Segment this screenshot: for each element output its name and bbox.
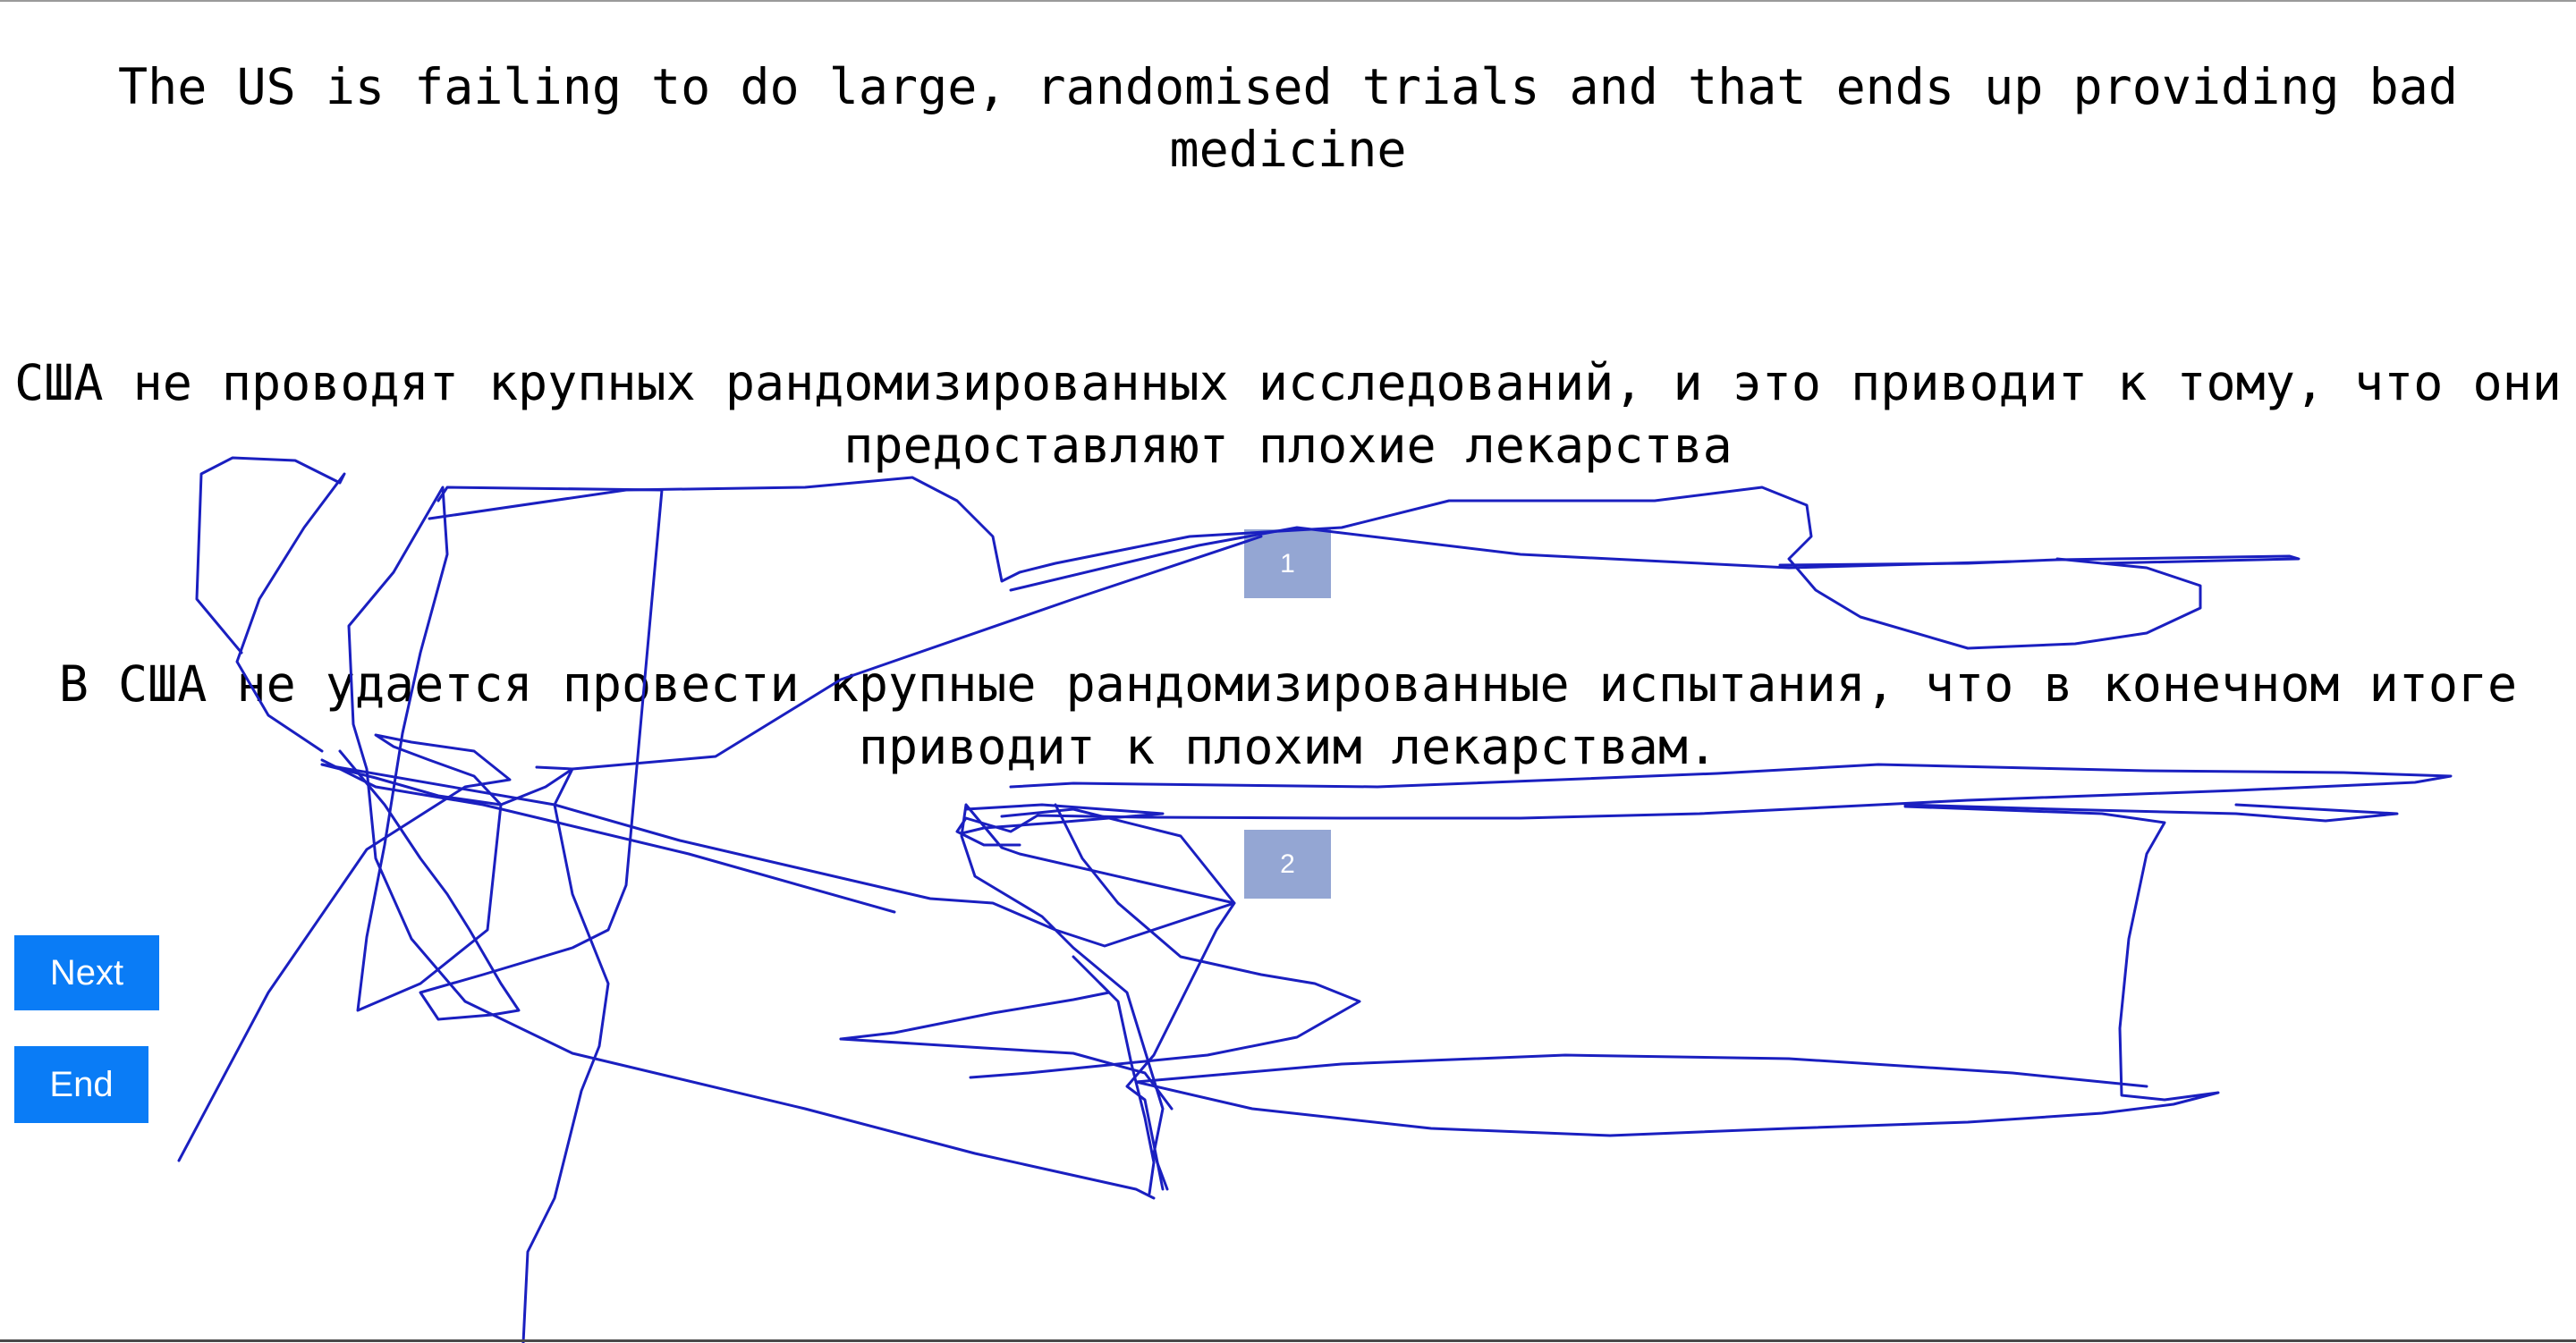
trace-segment <box>177 486 1156 1200</box>
trace-segment <box>320 763 1236 1191</box>
rank-badge-1[interactable]: 1 <box>1244 529 1331 598</box>
trace-segment <box>1778 554 2301 567</box>
trace-segment <box>320 763 610 1343</box>
trace-segment <box>1009 526 2014 592</box>
trace-segment <box>1000 807 1236 1191</box>
next-button[interactable]: Next <box>14 935 159 1010</box>
bottom-border <box>0 1339 2576 1342</box>
rank-badge-2[interactable]: 2 <box>1244 830 1331 899</box>
trace-segment <box>1072 955 1156 1195</box>
translation-2: В США не удается провести крупные рандом… <box>58 655 2518 775</box>
trace-segment <box>1903 803 2399 823</box>
top-border <box>0 0 2576 2</box>
translation-1: США не проводят крупных рандомизированны… <box>14 354 2562 474</box>
trace-segment <box>839 982 1111 1041</box>
end-button[interactable]: End <box>14 1046 148 1123</box>
trace-segment <box>839 1037 1174 1111</box>
trace-segment <box>320 758 896 914</box>
trace-segment <box>960 803 1165 835</box>
source-sentence: The US is failing to do large, randomise… <box>118 58 2458 178</box>
